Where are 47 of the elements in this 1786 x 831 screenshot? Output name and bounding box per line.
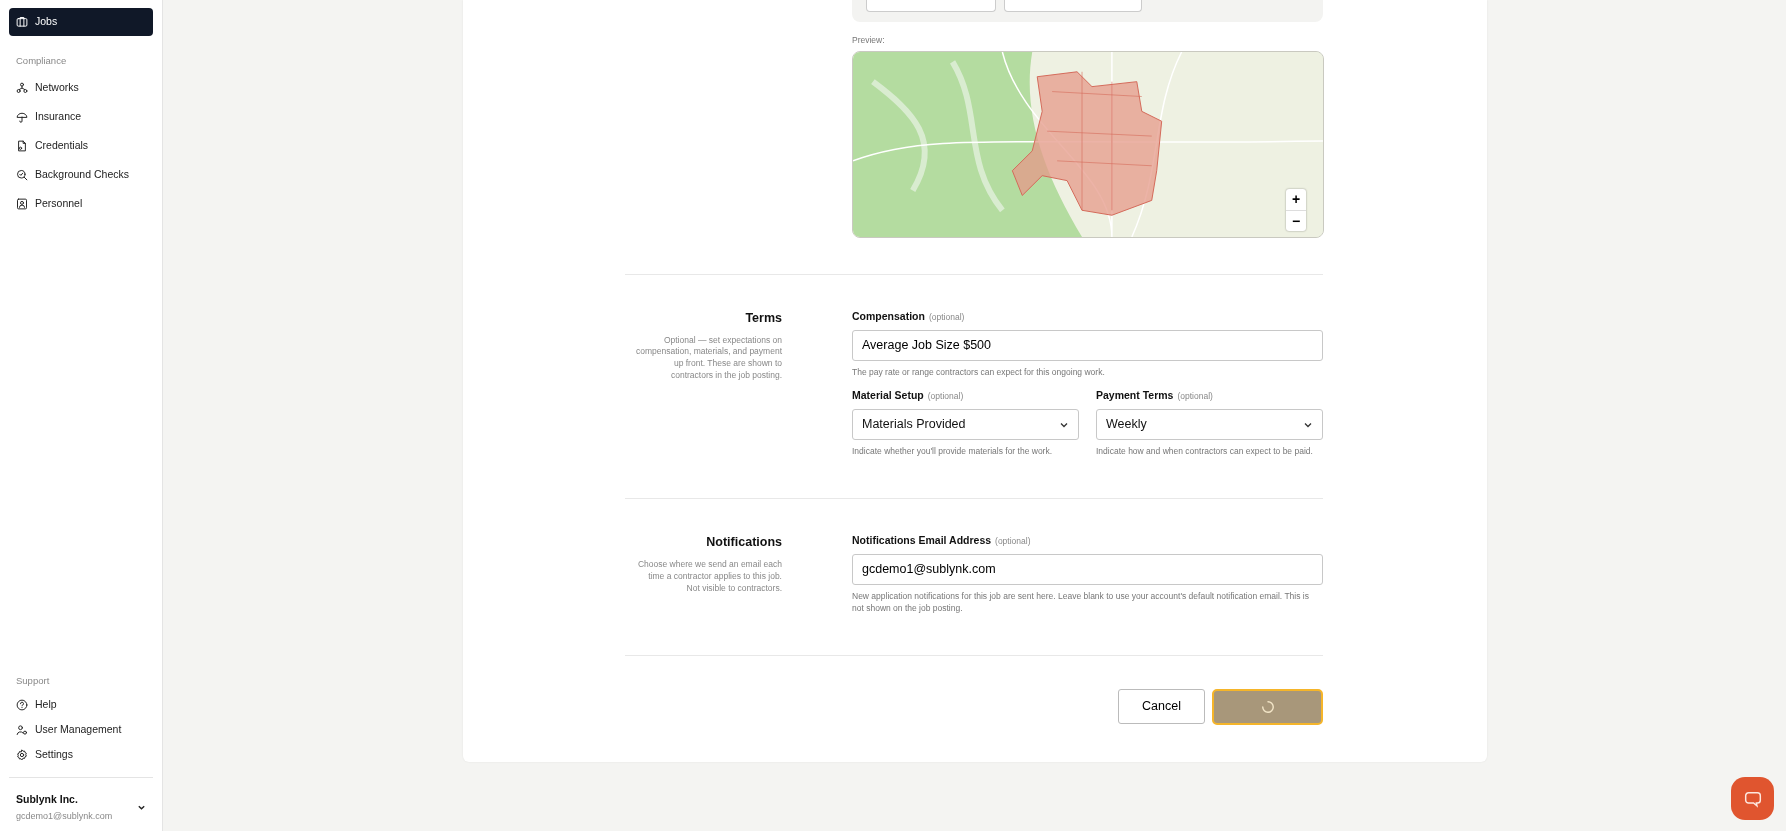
sidebar-item[interactable]: Credentials [9, 132, 153, 160]
cut-off-button[interactable] [1004, 0, 1142, 12]
sidebar-heading: Compliance [15, 54, 68, 68]
users-icon [16, 724, 28, 737]
sidebar-item[interactable]: Settings [9, 743, 153, 767]
section-description: Choose where we send an email each time a contractor applies to this job. Not visible to contractors. [636, 558, 782, 595]
field-label: Payment Terms (optional) [1096, 388, 1214, 404]
input-field[interactable]: gcdemo1@sublynk.com [852, 553, 1323, 585]
sidebar-item[interactable]: Networks [9, 74, 153, 102]
select-field[interactable]: Weekly [1096, 409, 1323, 441]
field-label: Compensation (optional) [852, 308, 966, 324]
preview-label: Preview: [852, 34, 886, 47]
sidebar-item[interactable]: Personnel [9, 190, 153, 218]
section-description: Optional — set expectations on compensation, materials, and payment up front. These are shown to contractors in the job posting. [635, 334, 782, 383]
sidebar-item[interactable]: Jobs [9, 8, 153, 36]
sidebar-item[interactable]: User Management [9, 718, 153, 742]
section-title: Terms [744, 309, 782, 327]
document-icon [16, 139, 28, 152]
help-text: Indicate how and when contractors can expect to be paid. [1096, 446, 1314, 459]
zoom-out-button[interactable]: − [1286, 209, 1306, 231]
briefcase-icon [16, 16, 28, 28]
help-icon [16, 699, 28, 712]
help-text: The pay rate or range contractors can expect for this ongoing work. [852, 366, 1106, 379]
cut-off-button[interactable] [866, 0, 996, 12]
search-icon [16, 168, 28, 181]
field-label: Notifications Email Address (optional) [852, 533, 1032, 549]
sidebar-item[interactable]: Help [9, 693, 153, 717]
person-card-icon [16, 197, 28, 210]
account-name: Sublynk Inc. [16, 791, 79, 807]
settings-icon [16, 749, 28, 762]
field-label: Material Setup (optional) [852, 388, 965, 404]
select-field[interactable]: Materials Provided [852, 409, 1079, 441]
submit-button[interactable] [1212, 688, 1323, 725]
network-icon [16, 81, 28, 94]
section-title: Notifications [705, 534, 782, 552]
input-field[interactable]: Average Job Size $500 [852, 329, 1323, 361]
chat-bubble-icon [1743, 789, 1762, 808]
sidebar-heading: Support [15, 673, 51, 688]
umbrella-icon [16, 110, 28, 123]
cancel-button[interactable]: Cancel [1118, 688, 1205, 724]
sidebar-item[interactable]: Background Checks [9, 161, 153, 189]
help-text: New application notifications for this job are sent here. Leave blank to use your account's default notification email. This is not shown on the job posting. [852, 590, 1310, 615]
help-text: Indicate whether you'll provide materials for the work. [852, 446, 1054, 459]
account-email: gcdemo1@sublynk.com [16, 809, 114, 823]
chat-button[interactable] [1731, 777, 1774, 820]
sidebar-item[interactable]: Insurance [9, 103, 153, 131]
zoom-in-button[interactable]: + [1286, 188, 1306, 210]
